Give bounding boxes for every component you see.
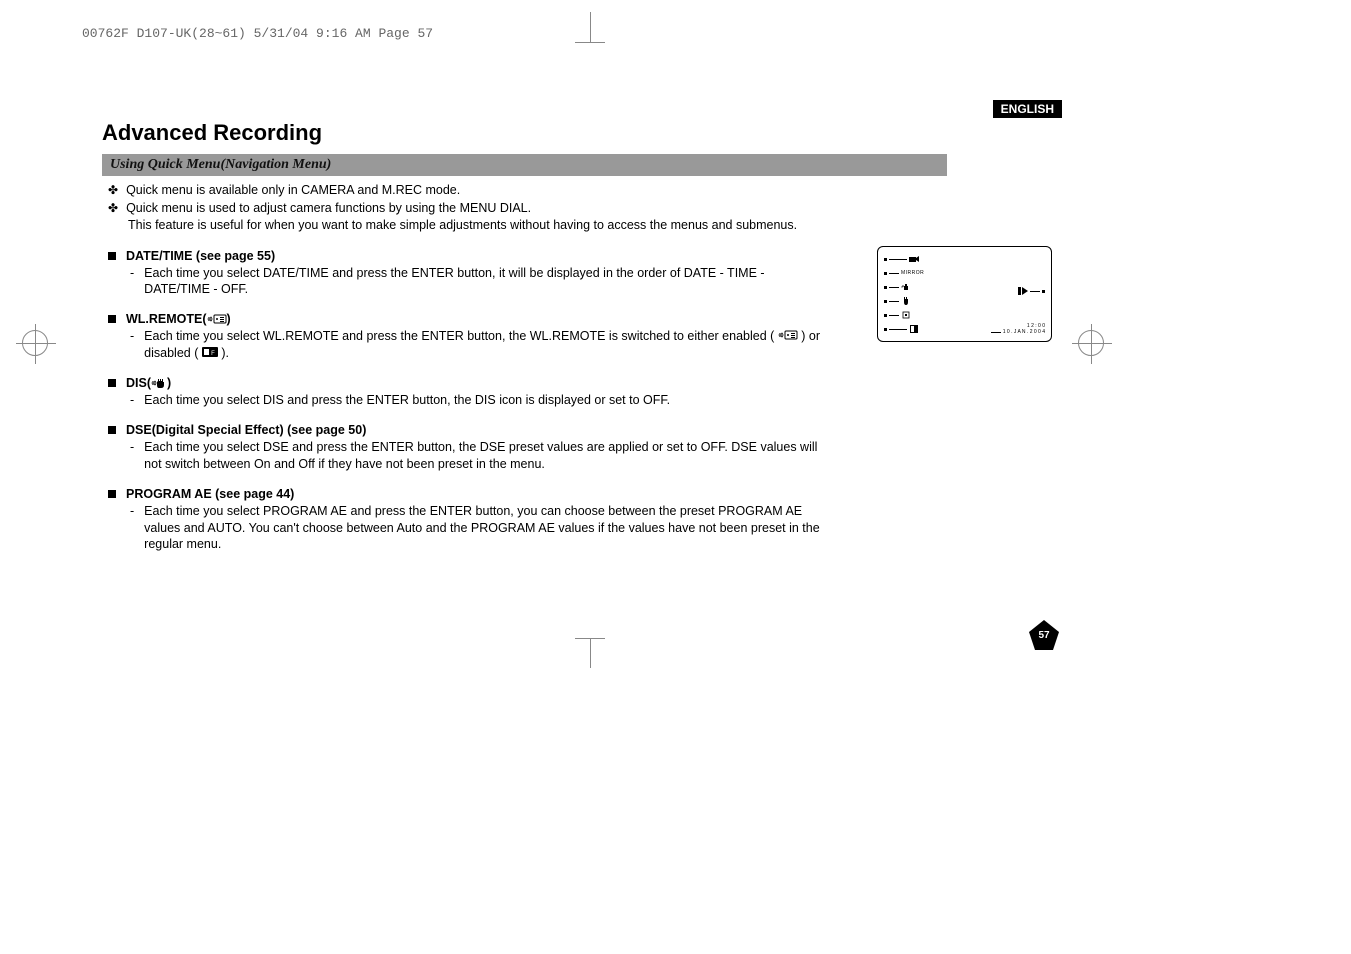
programae-body: Each time you select PROGRAM AE and pres… — [144, 503, 824, 554]
square-bullet-icon — [108, 315, 116, 323]
wlremote-enabled-icon — [207, 314, 227, 324]
screen-mirror-label: MIRROR — [901, 270, 924, 276]
screen-wlremote-icon — [901, 283, 911, 291]
dash-bullet: - — [130, 328, 134, 362]
dis-hand-icon — [151, 377, 167, 389]
dash-bullet: - — [130, 503, 134, 554]
topic-dse: DSE(Digital Special Effect) (see page 50… — [102, 423, 1062, 473]
programae-heading: PROGRAM AE (see page 44) — [126, 487, 294, 501]
wlremote-body: Each time you select WL.REMOTE and press… — [144, 328, 824, 362]
dse-heading: DSE(Digital Special Effect) (see page 50… — [126, 423, 366, 437]
dse-body: Each time you select DSE and press the E… — [144, 439, 824, 473]
svg-text:F: F — [211, 351, 215, 357]
square-bullet-icon — [108, 426, 116, 434]
intro-line-2: Quick menu is used to adjust camera func… — [126, 200, 531, 218]
intro-line-1: Quick menu is available only in CAMERA a… — [126, 182, 460, 200]
section-heading-bar: Using Quick Menu(Navigation Menu) — [102, 154, 947, 176]
dis-heading-prefix: DIS( — [126, 376, 151, 390]
topic-programae: PROGRAM AE (see page 44) - Each time you… — [102, 487, 1062, 554]
fleur-bullet-icon: ✤ — [108, 182, 118, 199]
page-number: 57 — [1029, 630, 1059, 641]
dis-body: Each time you select DIS and press the E… — [144, 392, 670, 409]
square-bullet-icon — [108, 490, 116, 498]
datetime-body: Each time you select DATE/TIME and press… — [144, 265, 824, 299]
crop-mark-top-icon — [575, 12, 605, 42]
crop-mark-bottom-icon — [575, 638, 605, 668]
intro-block: ✤ Quick menu is available only in CAMERA… — [102, 182, 1062, 235]
print-job-header: 00762F D107-UK(28~61) 5/31/04 9:16 AM Pa… — [82, 26, 433, 41]
screen-dis-icon — [901, 297, 911, 305]
screen-date: 1 0 . J A N . 2 0 0 4 — [1003, 329, 1045, 335]
registration-mark-left-icon — [22, 330, 48, 356]
camera-screen-illustration: MIRROR — [877, 246, 1052, 342]
datetime-heading: DATE/TIME (see page 55) — [126, 249, 275, 263]
square-bullet-icon — [108, 252, 116, 260]
intro-line-2b: This feature is useful for when you want… — [128, 217, 1062, 235]
page-title: Advanced Recording — [102, 120, 1062, 146]
dash-bullet: - — [130, 392, 134, 409]
fleur-bullet-icon: ✤ — [108, 200, 118, 217]
square-bullet-icon — [108, 379, 116, 387]
page-number-badge: 57 — [1029, 620, 1059, 650]
dash-bullet: - — [130, 265, 134, 299]
wlremote-heading-prefix: WL.REMOTE( — [126, 312, 207, 326]
screen-shutter-icon — [909, 255, 919, 263]
dis-heading-suffix: ) — [167, 376, 171, 390]
language-badge: ENGLISH — [993, 100, 1062, 118]
dash-bullet: - — [130, 439, 134, 473]
screen-programae-icon — [901, 311, 911, 319]
screen-play-icon — [1018, 287, 1028, 295]
wlremote-disabled-inline-icon: F — [202, 347, 218, 357]
topic-dis: DIS( ) - Each time you select DIS and pr… — [102, 376, 1062, 409]
wlremote-enabled-inline-icon — [778, 330, 798, 340]
screen-whitebalance-icon — [909, 325, 919, 333]
wlremote-heading-suffix: ) — [227, 312, 231, 326]
registration-mark-right-icon — [1078, 330, 1104, 356]
